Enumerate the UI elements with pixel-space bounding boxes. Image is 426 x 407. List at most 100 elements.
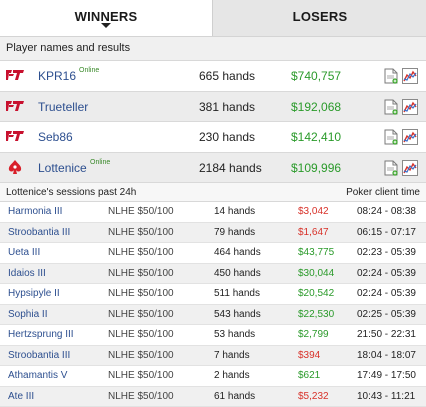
player-result: $192,068	[291, 100, 341, 114]
session-list: Harmonia III NLHE $50/100 14 hands $3,042 08…	[0, 202, 426, 407]
session-result: $394	[298, 350, 320, 361]
session-time: 02:23 - 05:39	[357, 247, 416, 258]
player-row[interactable]: Trueteller 381 hands $192,068	[0, 92, 426, 123]
session-hands: 2 hands	[214, 370, 250, 381]
hands-count: 665 hands	[199, 69, 255, 83]
session-time: 02:24 - 05:39	[357, 268, 416, 279]
graph-icon[interactable]	[402, 68, 418, 84]
graph-icon[interactable]	[402, 99, 418, 115]
session-row[interactable]: Hertzsprung III NLHE $50/100 53 hands $2,79…	[0, 325, 426, 346]
tab-winners[interactable]: WINNERS	[0, 0, 212, 36]
online-badge: Online	[90, 159, 110, 166]
fulltilt-logo-icon	[5, 128, 25, 144]
result-tabs: WINNERS LOSERS	[0, 0, 426, 37]
player-row[interactable]: LotteniceOnline 2184 hands $109,996	[0, 153, 426, 184]
session-game: NLHE $50/100	[108, 329, 174, 340]
session-game: NLHE $50/100	[108, 350, 174, 361]
session-time: 10:43 - 11:21	[357, 391, 415, 402]
sessions-header: Lottenice's sessions past 24h Poker clie…	[0, 183, 426, 202]
session-table-name[interactable]: Hertzsprung III	[8, 329, 74, 340]
sessions-title: Lottenice's sessions past 24h	[6, 187, 136, 198]
session-row[interactable]: Sophia II NLHE $50/100 543 hands $22,530 02:…	[0, 305, 426, 326]
active-tab-indicator-icon	[101, 23, 111, 28]
add-note-icon[interactable]	[384, 160, 398, 176]
player-name[interactable]: Trueteller	[38, 100, 88, 114]
session-time: 21:50 - 22:31	[357, 329, 416, 340]
fulltilt-logo-icon	[5, 67, 25, 83]
hands-count: 2184 hands	[199, 161, 262, 175]
session-table-name[interactable]: Idaios III	[8, 268, 46, 279]
session-game: NLHE $50/100	[108, 370, 174, 381]
session-hands: 79 hands	[214, 227, 255, 238]
hands-count: 230 hands	[199, 130, 255, 144]
session-time: 08:24 - 08:38	[357, 206, 416, 217]
player-list: KPR16 Online 665 hands $740,757 Trueteller 38…	[0, 61, 426, 183]
session-result: $1,647	[298, 227, 329, 238]
session-row[interactable]: Idaios III NLHE $50/100 450 hands $30,044 02…	[0, 264, 426, 285]
session-result: $3,042	[298, 206, 329, 217]
session-time: 17:49 - 17:50	[357, 370, 416, 381]
session-game: NLHE $50/100	[108, 309, 174, 320]
time-column-label: Poker client time	[346, 187, 420, 198]
session-game: NLHE $50/100	[108, 391, 174, 402]
fulltilt-logo-icon	[5, 98, 25, 114]
session-hands: 450 hands	[214, 268, 261, 279]
session-game: NLHE $50/100	[108, 268, 174, 279]
pokerstars-logo-icon	[5, 159, 25, 175]
session-result: $30,044	[298, 268, 334, 279]
session-game: NLHE $50/100	[108, 227, 174, 238]
session-table-name[interactable]: Sophia II	[8, 309, 47, 320]
session-time: 06:15 - 07:17	[357, 227, 416, 238]
session-table-name[interactable]: Ate III	[8, 391, 34, 402]
add-note-icon[interactable]	[384, 68, 398, 84]
session-row[interactable]: Ate III NLHE $50/100 61 hands $5,232 10:43 -…	[0, 387, 426, 407]
session-game: NLHE $50/100	[108, 206, 174, 217]
graph-icon[interactable]	[402, 129, 418, 145]
session-table-name[interactable]: Ueta III	[8, 247, 40, 258]
tab-winners-label: WINNERS	[75, 9, 138, 24]
session-result: $22,530	[298, 309, 334, 320]
session-time: 02:25 - 05:39	[357, 309, 416, 320]
player-result: $142,410	[291, 130, 341, 144]
session-row[interactable]: Hypsipyle II NLHE $50/100 511 hands $20,542…	[0, 284, 426, 305]
add-note-icon[interactable]	[384, 129, 398, 145]
session-row[interactable]: Stroobantia III NLHE $50/100 7 hands $394 18…	[0, 346, 426, 367]
add-note-icon[interactable]	[384, 99, 398, 115]
session-table-name[interactable]: Hypsipyle II	[8, 288, 60, 299]
graph-icon[interactable]	[402, 160, 418, 176]
session-row[interactable]: Stroobantia III NLHE $50/100 79 hands $1,64…	[0, 223, 426, 244]
session-row[interactable]: Athamantis V NLHE $50/100 2 hands $621 17:49…	[0, 366, 426, 387]
session-result: $621	[298, 370, 320, 381]
session-hands: 511 hands	[214, 288, 260, 299]
session-hands: 14 hands	[214, 206, 255, 217]
player-name[interactable]: Lottenice	[38, 161, 87, 175]
player-name[interactable]: Seb86	[38, 130, 73, 144]
session-hands: 61 hands	[214, 391, 255, 402]
session-row[interactable]: Ueta III NLHE $50/100 464 hands $43,775 02:2…	[0, 243, 426, 264]
session-result: $5,232	[298, 391, 329, 402]
session-table-name[interactable]: Stroobantia III	[8, 350, 70, 361]
session-hands: 53 hands	[214, 329, 255, 340]
hands-count: 381 hands	[199, 100, 255, 114]
player-result: $109,996	[291, 161, 341, 175]
session-hands: 464 hands	[214, 247, 261, 258]
session-table-name[interactable]: Harmonia III	[8, 206, 62, 217]
session-game: NLHE $50/100	[108, 288, 174, 299]
session-result: $43,775	[298, 247, 334, 258]
session-hands: 543 hands	[214, 309, 261, 320]
session-row[interactable]: Harmonia III NLHE $50/100 14 hands $3,042 08…	[0, 202, 426, 223]
player-row[interactable]: KPR16Online665 hands$740,757	[0, 61, 426, 92]
session-table-name[interactable]: Stroobantia III	[8, 227, 70, 238]
session-result: $20,542	[298, 288, 334, 299]
player-row[interactable]: Seb86 230 hands $142,410	[0, 122, 426, 153]
session-time: 02:24 - 05:39	[357, 288, 416, 299]
session-hands: 7 hands	[214, 350, 250, 361]
session-result: $2,799	[298, 329, 329, 340]
tab-losers[interactable]: LOSERS	[212, 0, 426, 36]
section-title: Player names and results	[0, 37, 426, 61]
session-table-name[interactable]: Athamantis V	[8, 370, 67, 381]
session-time: 18:04 - 18:07	[357, 350, 416, 361]
player-name[interactable]: KPR16	[38, 69, 76, 83]
player-result: $740,757	[291, 69, 341, 83]
session-game: NLHE $50/100	[108, 247, 174, 258]
